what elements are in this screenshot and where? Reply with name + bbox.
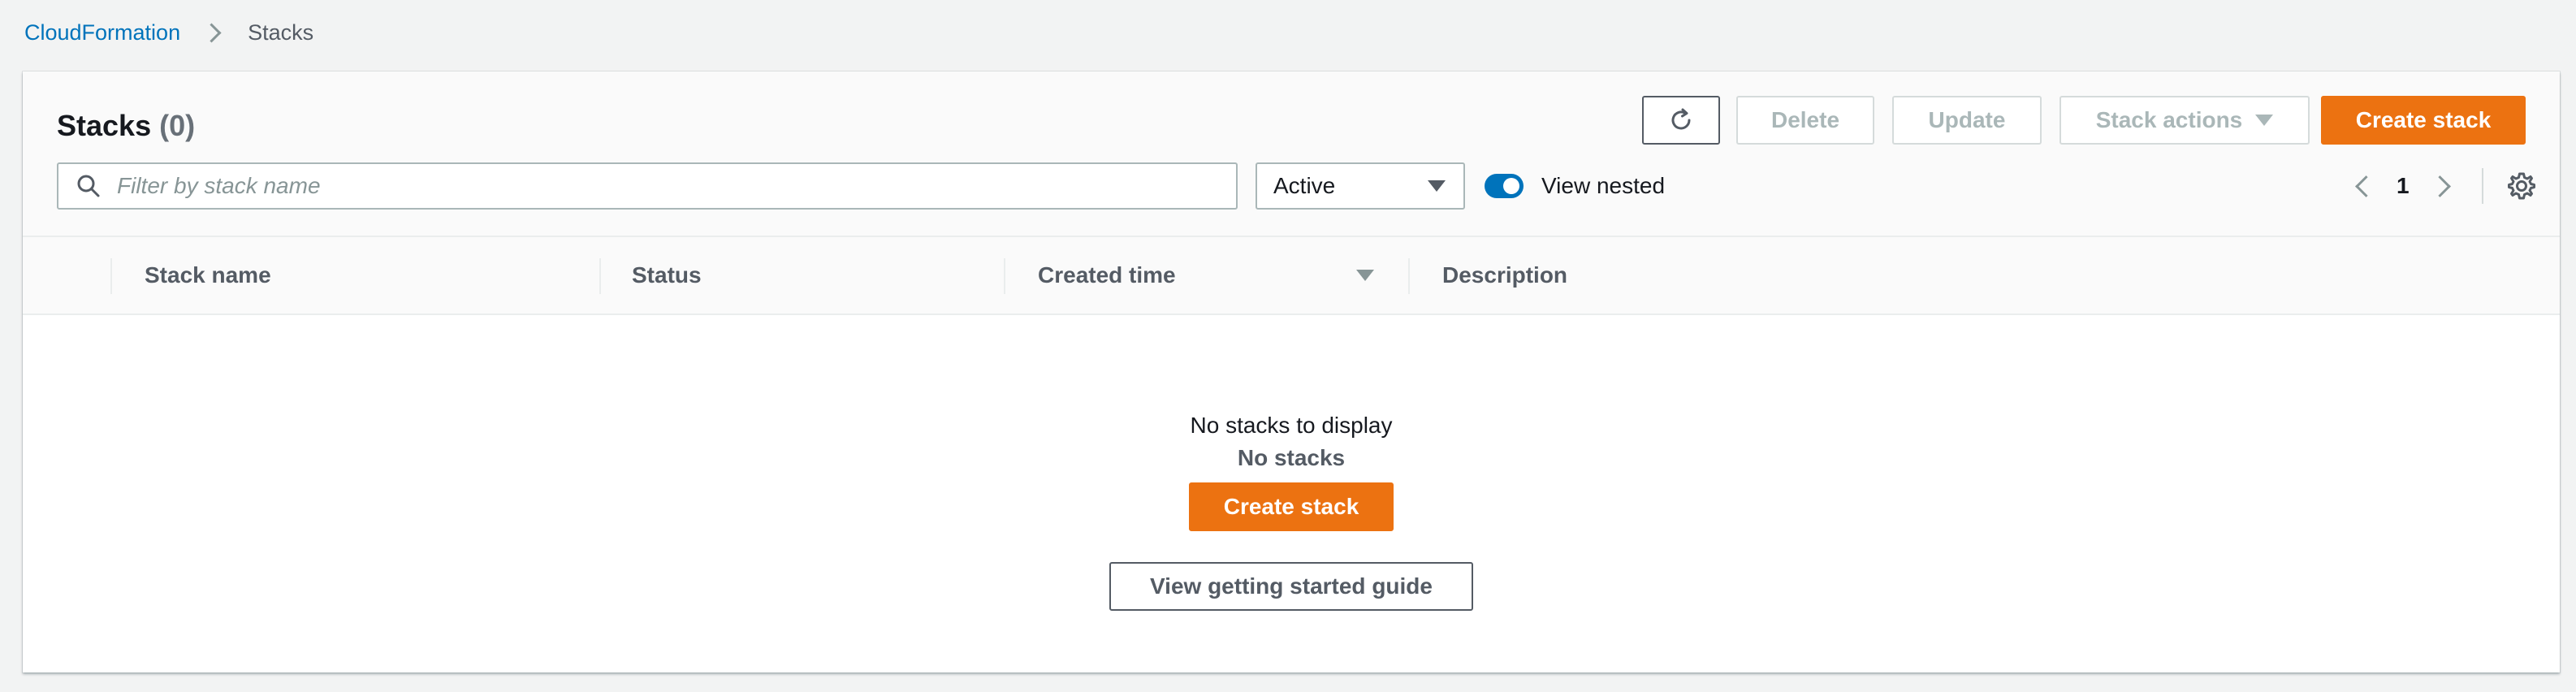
- column-divider: [599, 258, 601, 294]
- panel-header: Stacks (0) Delete Update Stack actions C…: [23, 71, 2560, 237]
- search-icon: [75, 172, 102, 200]
- stack-actions-button[interactable]: Stack actions: [2060, 96, 2310, 145]
- column-description[interactable]: Description: [1442, 237, 1567, 314]
- toggle-knob: [1503, 178, 1519, 194]
- column-divider: [110, 258, 112, 294]
- column-created-time[interactable]: Created time: [1038, 237, 1176, 314]
- status-filter-value: Active: [1273, 173, 1336, 198]
- stack-count: (0): [159, 109, 196, 142]
- breadcrumb-current: Stacks: [248, 19, 314, 45]
- stack-name-filter-input[interactable]: [115, 172, 1223, 200]
- refresh-icon: [1671, 108, 1691, 130]
- getting-started-guide-button[interactable]: View getting started guide: [1109, 562, 1473, 611]
- chevron-right-icon: [201, 22, 222, 43]
- search-box: [57, 162, 1238, 210]
- gear-icon[interactable]: [2506, 171, 2537, 201]
- refresh-button[interactable]: [1642, 96, 1720, 145]
- view-nested-label: View nested: [1541, 173, 1666, 198]
- empty-state-title: No stacks: [1237, 445, 1346, 470]
- status-filter-select[interactable]: Active: [1256, 162, 1465, 210]
- chevron-right-icon[interactable]: [2428, 175, 2451, 197]
- empty-state-subtitle: No stacks to display: [1190, 413, 1393, 438]
- update-button[interactable]: Update: [1892, 96, 2042, 145]
- create-stack-button[interactable]: Create stack: [2321, 96, 2526, 145]
- empty-create-stack-button[interactable]: Create stack: [1189, 482, 1394, 531]
- column-divider: [1004, 258, 1005, 294]
- pagination: 1: [2342, 162, 2483, 210]
- current-page-number[interactable]: 1: [2397, 173, 2410, 199]
- caret-down-icon: [2255, 115, 2274, 126]
- page-title: Stacks (0): [57, 104, 195, 148]
- caret-down-icon: [1428, 180, 1446, 192]
- breadcrumb: CloudFormation Stacks: [24, 16, 313, 49]
- column-status[interactable]: Status: [632, 237, 702, 314]
- breadcrumb-cloudformation-link[interactable]: CloudFormation: [24, 20, 180, 45]
- toggle-switch[interactable]: [1485, 174, 1524, 198]
- pager-divider: [2481, 168, 2483, 204]
- view-nested-toggle[interactable]: View nested: [1485, 162, 1665, 210]
- chevron-left-icon[interactable]: [2355, 175, 2377, 197]
- delete-button[interactable]: Delete: [1736, 96, 1874, 145]
- table-header: Stack name Status Created time Descripti…: [23, 237, 2560, 315]
- column-divider: [1408, 258, 1410, 294]
- stack-actions-label: Stack actions: [2095, 107, 2243, 132]
- column-stack-name[interactable]: Stack name: [145, 237, 271, 314]
- sort-descending-icon[interactable]: [1356, 270, 1374, 281]
- page-title-text: Stacks: [57, 109, 152, 142]
- stacks-panel: Stacks (0) Delete Update Stack actions C…: [23, 71, 2560, 673]
